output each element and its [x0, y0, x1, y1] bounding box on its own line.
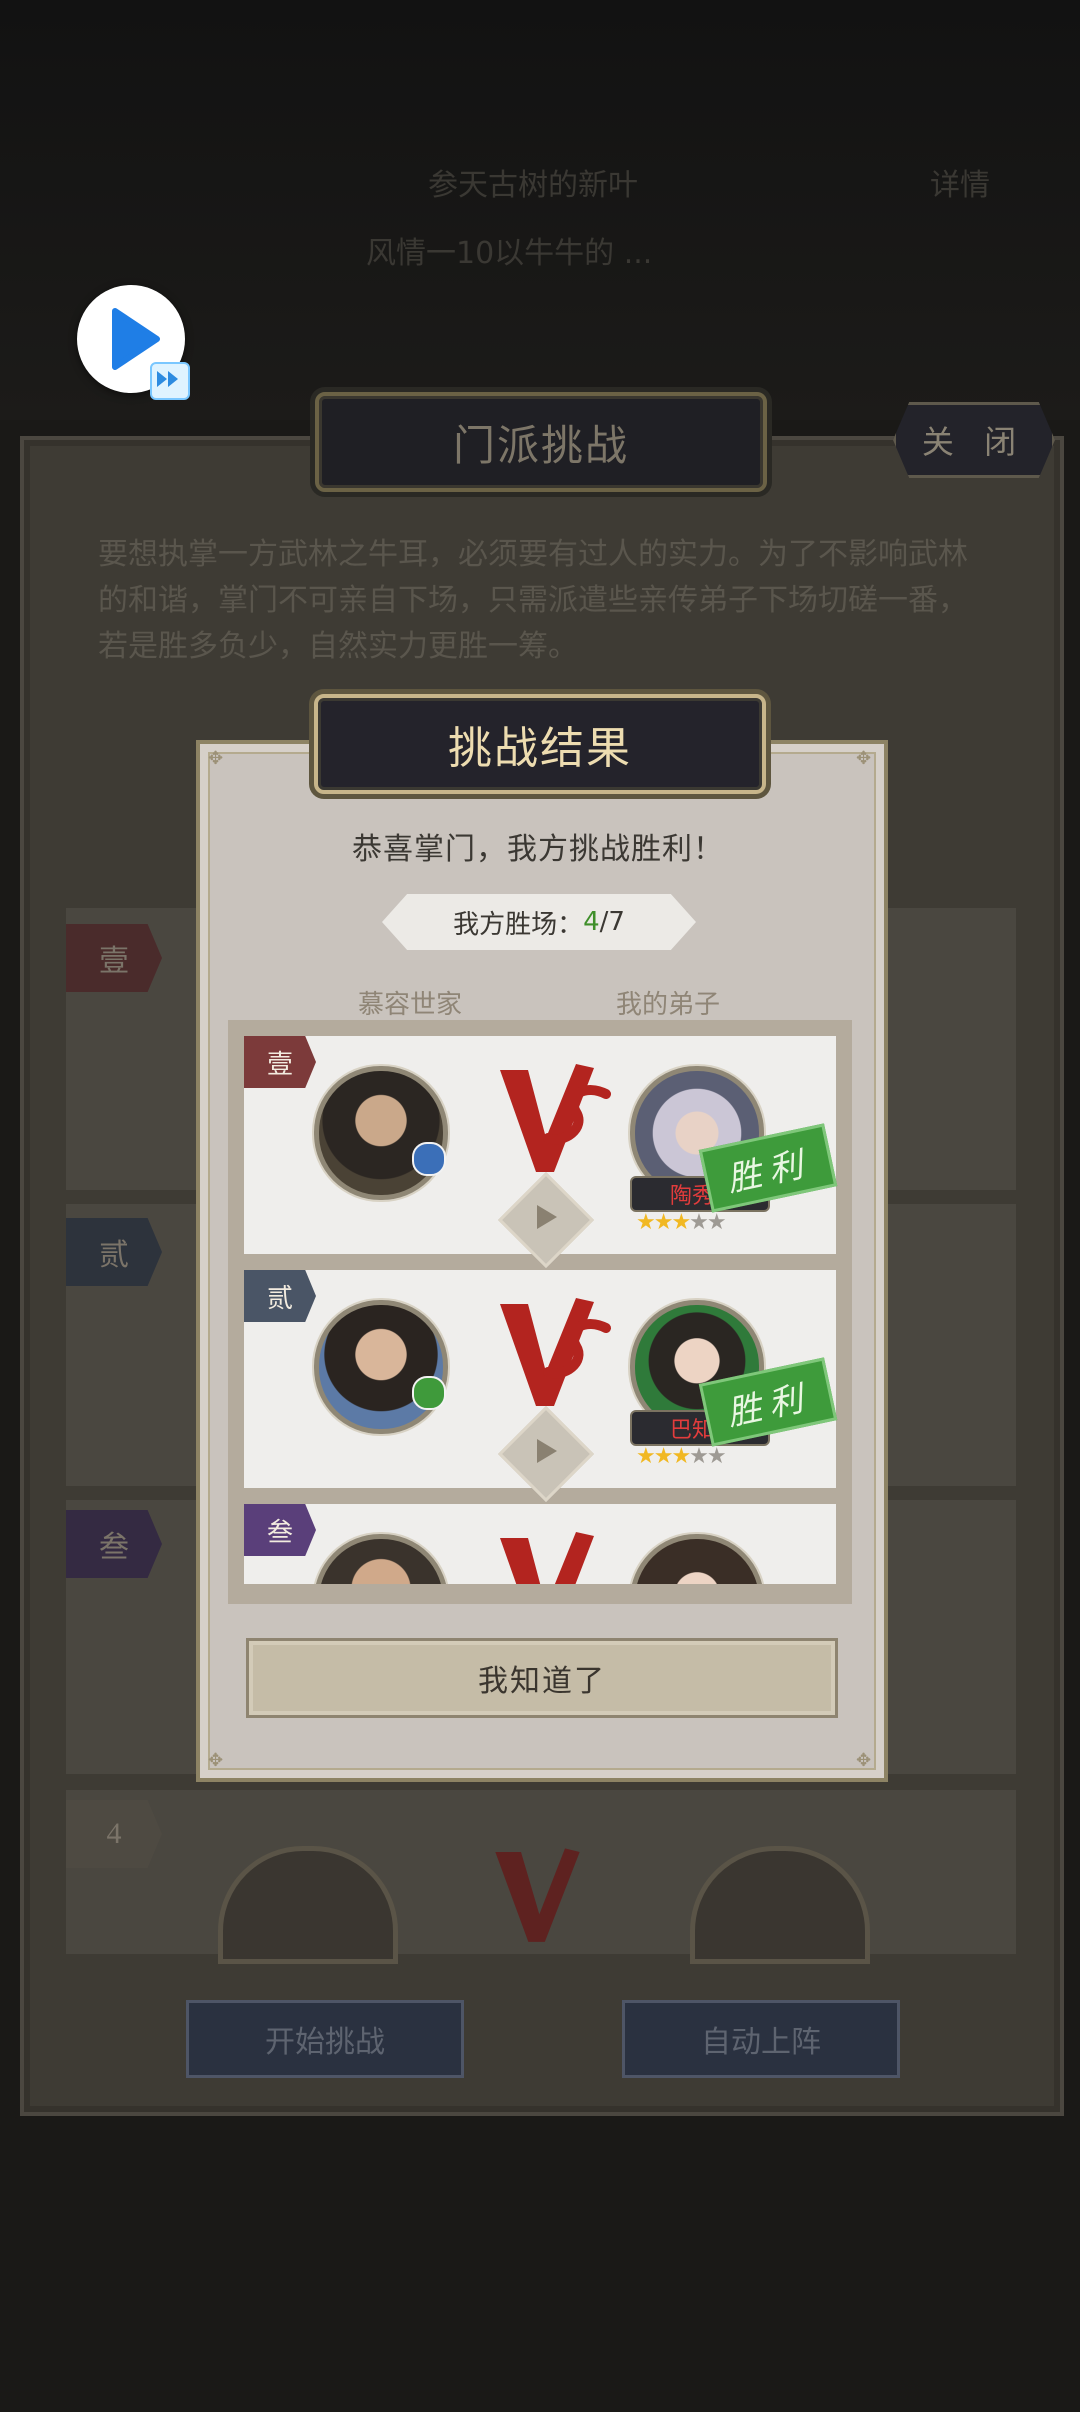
corner-ornament: ✥: [856, 1750, 872, 1771]
wins-value: 4: [583, 907, 600, 937]
play-icon: [537, 1205, 557, 1229]
bg-text-2: 详情: [930, 168, 990, 203]
match-list[interactable]: 壹 陶秀 ★★★★★ 胜利 贰 巴知 ★★★★★ 胜利 叁: [228, 1020, 852, 1604]
vs-icon: [500, 1532, 594, 1584]
row-tag-4: 4: [66, 1800, 162, 1868]
corner-ornament: ✥: [208, 748, 224, 769]
element-badge-icon: [412, 1142, 446, 1176]
star-rating: ★★★★★: [636, 1444, 727, 1469]
match-tag: 贰: [244, 1270, 316, 1322]
close-button[interactable]: 关 闭: [893, 402, 1055, 478]
auto-deploy-button[interactable]: 自动上阵: [622, 2000, 900, 2078]
row-tag-3: 叁: [66, 1510, 162, 1578]
confirm-button[interactable]: 我知道了: [246, 1638, 838, 1718]
match-row-2: 贰 巴知 ★★★★★ 胜利: [244, 1270, 838, 1503]
vs-icon: [495, 1848, 580, 1942]
match-tag: 叁: [244, 1504, 316, 1556]
fast-forward-icon: [150, 362, 190, 400]
victory-message: 恭喜掌门，我方挑战胜利！: [352, 832, 724, 867]
panel-title: 门派挑战: [315, 392, 767, 492]
vs-icon: [500, 1064, 611, 1172]
match-tag: 壹: [244, 1036, 316, 1088]
dialog-title: 挑战结果: [314, 694, 766, 794]
star-rating: ★★★★★: [636, 1210, 727, 1235]
bg-text-1: 参天古树的新叶: [428, 168, 638, 203]
element-badge-icon: [412, 1376, 446, 1410]
my-team-label: 我的弟子: [615, 990, 720, 1020]
player-avatar[interactable]: [630, 1534, 764, 1584]
start-challenge-button[interactable]: 开始挑战: [186, 2000, 464, 2078]
opponent-avatar[interactable]: [314, 1300, 448, 1434]
opponent-avatar[interactable]: [314, 1534, 448, 1584]
corner-ornament: ✥: [856, 748, 872, 769]
wins-counter: 我方胜场： 4 /7: [382, 894, 696, 950]
bg-text-3: 风情一10以牛牛的 ...: [366, 236, 653, 271]
play-icon: [537, 1439, 557, 1463]
row-tag-1: 壹: [66, 924, 162, 992]
match-row-3: 叁: [244, 1504, 836, 1584]
intro-text: 要想执掌一方武林之牛耳，必须要有过人的实力。为了不影响武林的和谐，掌门不可亲自下…: [98, 537, 968, 664]
wins-label: 我方胜场：: [453, 909, 584, 940]
row-tag-2: 贰: [66, 1218, 162, 1286]
match-row-1: 壹 陶秀 ★★★★★ 胜利: [244, 1036, 838, 1269]
corner-ornament: ✥: [208, 1750, 224, 1771]
wins-total: /7: [599, 907, 625, 937]
opponent-avatar[interactable]: [314, 1066, 448, 1200]
opponent-team-label: 慕容世家: [357, 990, 462, 1020]
vs-icon: [500, 1298, 611, 1406]
